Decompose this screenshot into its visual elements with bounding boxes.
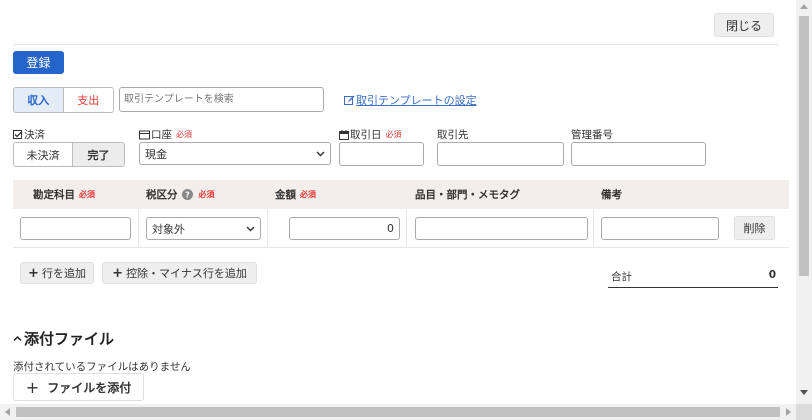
scroll-thumb[interactable]: [16, 407, 780, 417]
scroll-right-arrow[interactable]: [786, 408, 791, 416]
add-file-button[interactable]: + ファイルを添付: [13, 373, 144, 401]
remarks-input[interactable]: [601, 217, 719, 240]
attachments-empty-text: 添付されているファイルはありません: [13, 361, 191, 373]
col-divider: [593, 209, 594, 248]
completed-tab[interactable]: 完了: [72, 143, 124, 166]
svg-text:?: ?: [185, 190, 190, 199]
add-deduction-row-button[interactable]: + 控除・マイナス行を追加: [102, 262, 257, 284]
delete-row-button[interactable]: 削除: [734, 216, 775, 240]
vertical-scrollbar[interactable]: [796, 0, 812, 404]
manage-no-input[interactable]: [571, 142, 706, 166]
manage-no-label: 管理番号: [571, 129, 613, 141]
template-settings-link[interactable]: 取引テンプレートの設定: [344, 92, 477, 108]
plus-icon: +: [112, 265, 124, 281]
date-input[interactable]: [339, 142, 424, 166]
header-tax: 税区分 ? 必須: [146, 189, 215, 201]
add-row-button[interactable]: + 行を追加: [20, 262, 94, 284]
chevron-up-icon: [13, 334, 22, 343]
account-select[interactable]: 現金: [139, 142, 331, 165]
close-button[interactable]: 閉じる: [714, 13, 774, 37]
help-icon[interactable]: ?: [181, 189, 193, 200]
chevron-down-icon: [246, 226, 255, 232]
partner-input[interactable]: [437, 142, 564, 166]
attachments-header[interactable]: 添付ファイル: [13, 328, 114, 349]
settlement-label: 決済: [13, 127, 45, 142]
wallet-icon: [139, 130, 150, 140]
settlement-toggle: 未決済 完了: [13, 142, 125, 167]
template-settings-text: 取引テンプレートの設定: [356, 94, 477, 107]
account-label: 口座 必須: [139, 127, 192, 142]
scrollbar-corner: [796, 404, 812, 420]
item-memo-input[interactable]: [415, 217, 588, 240]
edit-icon: [344, 95, 355, 106]
amount-input[interactable]: 0: [289, 217, 400, 240]
template-search-input[interactable]: [119, 87, 324, 112]
checkbox-icon: [13, 129, 23, 140]
header-remarks: 備考: [601, 189, 622, 201]
scroll-thumb[interactable]: [799, 16, 809, 276]
col-divider: [138, 209, 139, 248]
account-item-input[interactable]: [20, 217, 131, 240]
transaction-type-toggle: 収入 支出: [13, 87, 114, 113]
col-divider: [406, 209, 407, 248]
tax-select[interactable]: 対象外: [146, 217, 261, 240]
scroll-up-arrow[interactable]: [800, 4, 808, 9]
expense-tab[interactable]: 支出: [63, 88, 113, 112]
plus-icon: +: [25, 377, 40, 397]
header-account-item: 勘定科目 必須: [33, 189, 95, 201]
register-button[interactable]: 登録: [13, 51, 64, 74]
income-tab[interactable]: 収入: [14, 88, 64, 112]
chevron-down-icon: [316, 151, 325, 157]
total-value: 0: [768, 269, 776, 281]
header-amount: 金額 必須: [275, 189, 316, 201]
col-divider: [267, 209, 268, 248]
header-item-memo: 品目・部門・メモタグ: [415, 189, 520, 201]
total-label: 合計: [611, 271, 632, 283]
calendar-icon: [339, 129, 349, 140]
header-divider: [13, 44, 779, 45]
table-header: [13, 180, 789, 209]
partner-label: 取引先: [437, 129, 469, 141]
horizontal-scrollbar[interactable]: [0, 404, 796, 420]
total-underline: [608, 287, 778, 288]
scroll-left-arrow[interactable]: [5, 408, 10, 416]
date-label: 取引日 必須: [339, 127, 402, 142]
plus-icon: +: [28, 265, 39, 281]
scroll-down-arrow[interactable]: [800, 390, 808, 395]
unsettled-tab[interactable]: 未決済: [14, 143, 73, 166]
